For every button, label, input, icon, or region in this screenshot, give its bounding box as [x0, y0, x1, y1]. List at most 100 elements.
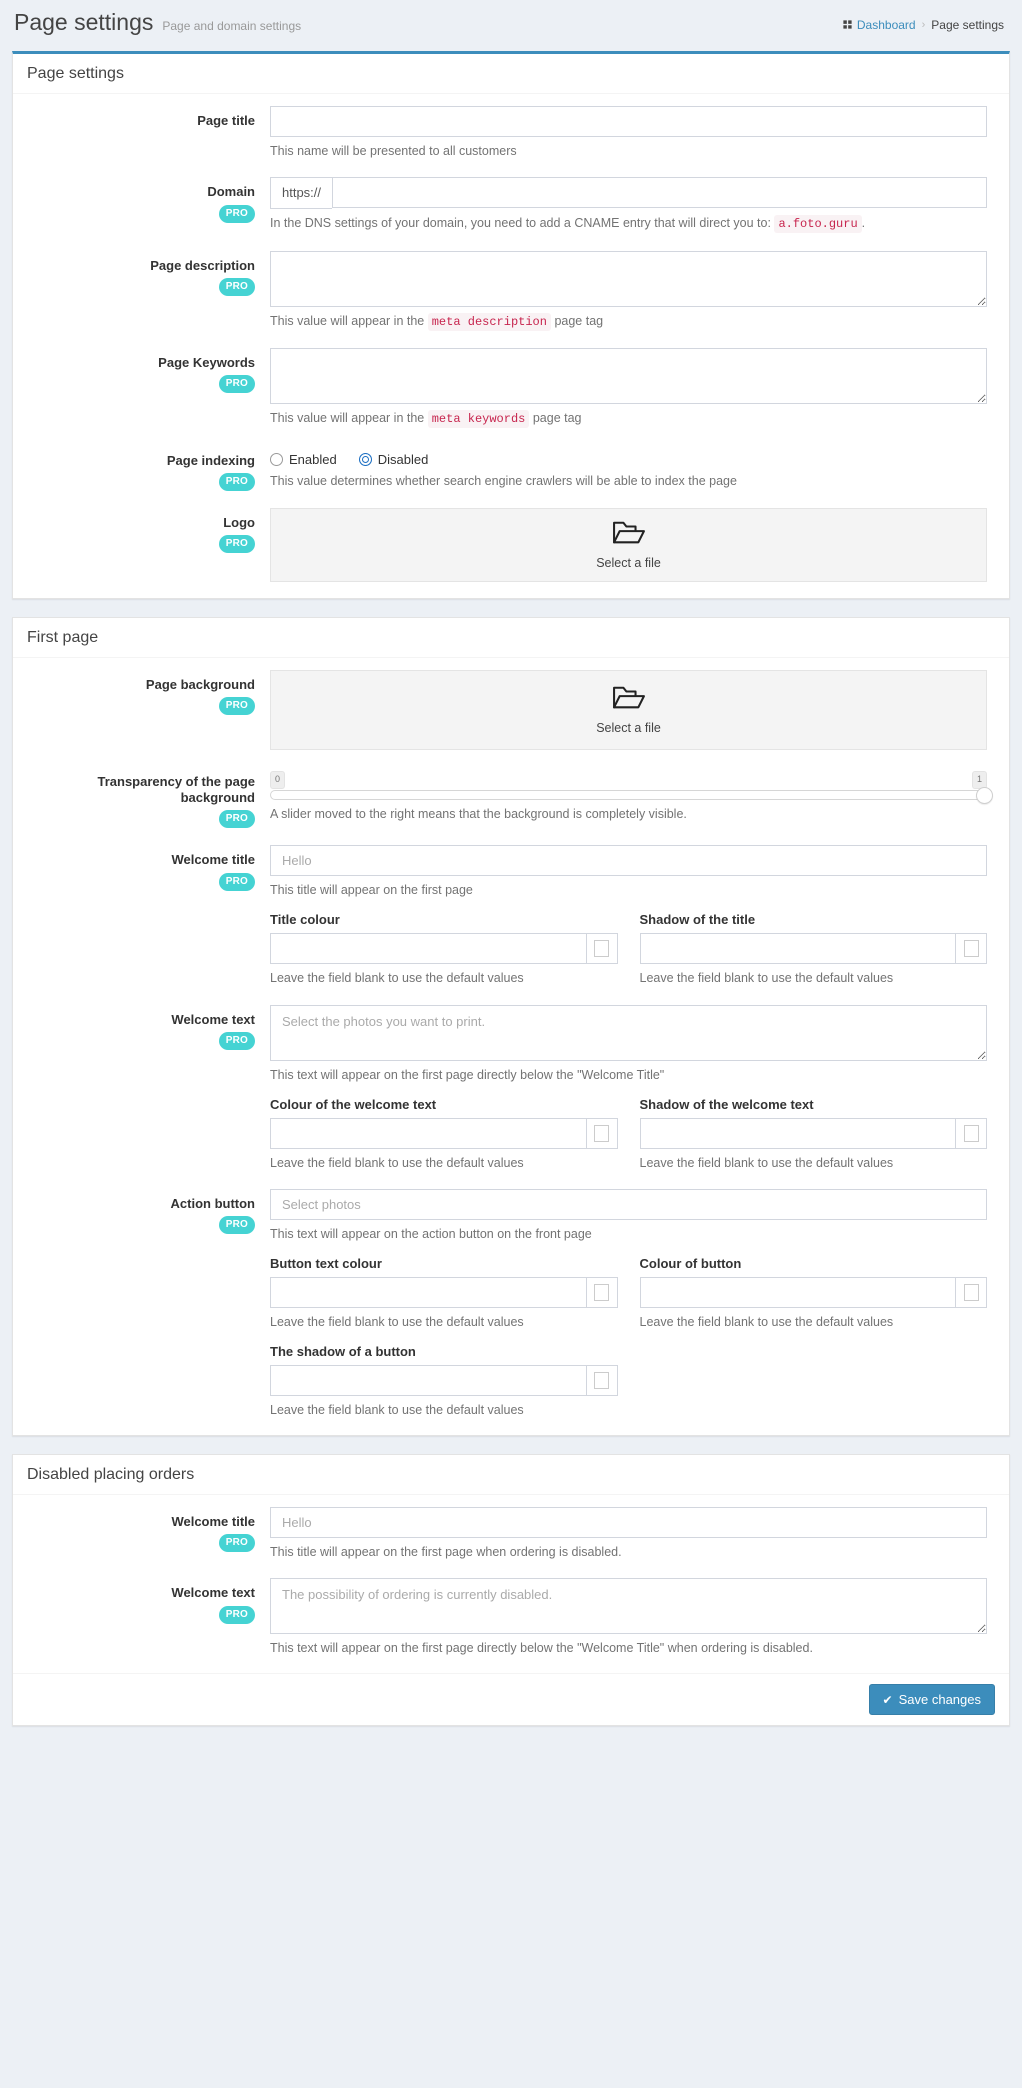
field-disabled-welcome-title-label-wrap: Welcome title PRO — [27, 1507, 270, 1553]
title-colour-input-group — [270, 933, 618, 965]
field-welcome-text-label-wrap: Welcome text PRO — [27, 1005, 270, 1050]
field-welcome-text-label: Welcome text — [171, 1011, 255, 1027]
page-indexing-help: This value determines whether search eng… — [270, 473, 737, 488]
pro-badge: PRO — [218, 810, 255, 829]
page-description-textarea[interactable] — [270, 250, 987, 307]
field-page-keywords-label: Page Keywords — [158, 355, 255, 371]
colour-swatch-icon — [594, 940, 609, 958]
subfield-welcome-text-colour: Colour of the welcome text Leave the fie… — [270, 1097, 618, 1172]
transparency-slider-wrap: 0 1 — [270, 767, 993, 804]
check-icon: ✔ — [882, 1692, 893, 1707]
field-disabled-welcome-text-label-wrap: Welcome text PRO — [27, 1578, 270, 1624]
button-shadow-input-group — [270, 1365, 618, 1397]
radio-page-indexing-enabled[interactable]: Enabled — [270, 452, 337, 467]
welcome-text-shadow-input[interactable] — [639, 1117, 955, 1149]
title-shadow-picker-button[interactable] — [955, 933, 987, 965]
field-logo-label-wrap: Logo PRO — [27, 508, 270, 554]
button-shadow-picker-button[interactable] — [585, 1365, 618, 1397]
field-page-background-label: Page background — [145, 676, 255, 692]
subfield-welcome-text-shadow: Shadow of the welcome text Leave the fie… — [639, 1096, 987, 1172]
action-button-input[interactable] — [270, 1188, 987, 1220]
colour-swatch-icon — [963, 940, 979, 958]
welcome-text-textarea[interactable] — [270, 1004, 987, 1061]
radio-unchecked-icon — [270, 452, 283, 466]
page-keywords-textarea[interactable] — [270, 348, 987, 405]
action-button-help: This text will appear on the action butt… — [270, 1226, 592, 1241]
welcome-title-input[interactable] — [270, 845, 987, 877]
field-page-description-body: This value will appear in the meta descr… — [270, 250, 995, 331]
disabled-welcome-title-input[interactable] — [270, 1507, 987, 1539]
field-page-background-body: Select a file — [270, 669, 995, 750]
logo-dropzone-label: Select a file — [596, 556, 661, 571]
breadcrumb-separator: › — [921, 18, 926, 31]
title-colour-picker-button[interactable] — [585, 933, 618, 965]
logo-dropzone[interactable]: Select a file — [270, 507, 987, 582]
domain-input[interactable] — [332, 177, 987, 209]
page-description-help-after: page tag — [554, 313, 604, 328]
button-text-colour-input[interactable] — [270, 1276, 586, 1308]
page-background-dropzone[interactable]: Select a file — [270, 669, 987, 750]
pro-badge: PRO — [218, 1605, 255, 1624]
first-page-box-header: First page — [13, 618, 1009, 658]
button-colour-picker-button[interactable] — [955, 1276, 987, 1308]
pro-badge: PRO — [218, 1216, 255, 1235]
disabled-orders-box-title: Disabled placing orders — [27, 1466, 195, 1484]
title-colour-input[interactable] — [270, 933, 586, 965]
field-transparency-badge-wrap: PRO — [27, 809, 255, 829]
pro-badge: PRO — [218, 472, 255, 491]
field-disabled-welcome-title-badge-wrap: PRO — [27, 1533, 255, 1553]
disabled-welcome-title-help: This title will appear on the first page… — [270, 1545, 622, 1560]
disabled-orders-box-header: Disabled placing orders — [13, 1455, 1009, 1496]
transparency-slider-handle[interactable] — [976, 786, 993, 804]
welcome-text-shadow-label: Shadow of the welcome text — [639, 1096, 814, 1112]
field-disabled-welcome-text: Welcome text PRO This text will appear o… — [27, 1578, 995, 1657]
field-action-button-label-wrap: Action button PRO — [27, 1189, 270, 1235]
field-page-background: Page background PRO Select a file — [27, 669, 995, 750]
field-welcome-title-body: This title will appear on the first page… — [270, 845, 995, 987]
field-page-background-badge-wrap: PRO — [27, 696, 255, 716]
button-text-colour-input-group — [270, 1276, 618, 1308]
welcome-text-colour-input[interactable] — [270, 1117, 586, 1149]
field-page-keywords-label-wrap: Page Keywords PRO — [27, 348, 270, 394]
open-folder-icon — [612, 684, 646, 717]
page-title-input[interactable] — [270, 106, 987, 138]
page-settings-box: Page settings Page title This name will … — [12, 51, 1010, 599]
welcome-text-shadow-picker-button[interactable] — [955, 1117, 987, 1149]
transparency-slider-track[interactable] — [270, 786, 993, 804]
field-page-indexing: Page indexing PRO Enabled Disabled This … — [27, 446, 995, 491]
field-disabled-welcome-title-body: This title will appear on the first page… — [270, 1507, 995, 1561]
disabled-welcome-text-textarea[interactable] — [270, 1578, 987, 1635]
action-button-shadow-grid: The shadow of a button Leave the field b… — [270, 1344, 987, 1419]
dashboard-icon — [842, 19, 853, 30]
title-shadow-input[interactable] — [639, 933, 955, 965]
title-shadow-help: Leave the field blank to use the default… — [639, 971, 894, 986]
field-welcome-title-label: Welcome title — [171, 852, 255, 868]
welcome-text-colour-picker-button[interactable] — [585, 1117, 618, 1149]
field-transparency: Transparency of the page background PRO … — [27, 767, 995, 829]
field-page-background-label-wrap: Page background PRO — [27, 670, 270, 716]
colour-swatch-icon — [594, 1283, 609, 1301]
field-page-title-body: This name will be presented to all custo… — [270, 106, 995, 160]
welcome-text-colour-help: Leave the field blank to use the default… — [270, 1155, 524, 1170]
save-changes-button[interactable]: ✔ Save changes — [868, 1684, 995, 1716]
field-action-button: Action button PRO This text will appear … — [27, 1188, 995, 1419]
welcome-title-colour-grid: Title colour Leave the field blank to us… — [270, 912, 987, 987]
breadcrumb-dashboard-link[interactable]: Dashboard — [842, 18, 916, 32]
welcome-text-colour-label: Colour of the welcome text — [270, 1096, 437, 1112]
page-keywords-help-code: meta keywords — [427, 410, 530, 429]
disabled-welcome-text-help: This text will appear on the first page … — [270, 1641, 813, 1656]
radio-page-indexing-enabled-label: Enabled — [289, 451, 337, 467]
button-text-colour-picker-button[interactable] — [585, 1276, 618, 1308]
pro-badge: PRO — [218, 697, 255, 716]
breadcrumb: Dashboard › Page settings — [842, 18, 1008, 32]
button-colour-input[interactable] — [639, 1276, 955, 1308]
field-page-title-label: Page title — [197, 113, 255, 129]
disabled-orders-box: Disabled placing orders Welcome title PR… — [12, 1454, 1010, 1727]
button-shadow-input[interactable] — [270, 1365, 586, 1397]
radio-page-indexing-disabled[interactable]: Disabled — [358, 452, 428, 467]
domain-input-group: https:// — [270, 177, 987, 210]
pro-badge: PRO — [218, 375, 255, 394]
subfield-title-colour: Title colour Leave the field blank to us… — [270, 912, 618, 987]
button-text-colour-help: Leave the field blank to use the default… — [270, 1314, 524, 1329]
page-description-help-before: This value will appear in the — [270, 313, 425, 328]
